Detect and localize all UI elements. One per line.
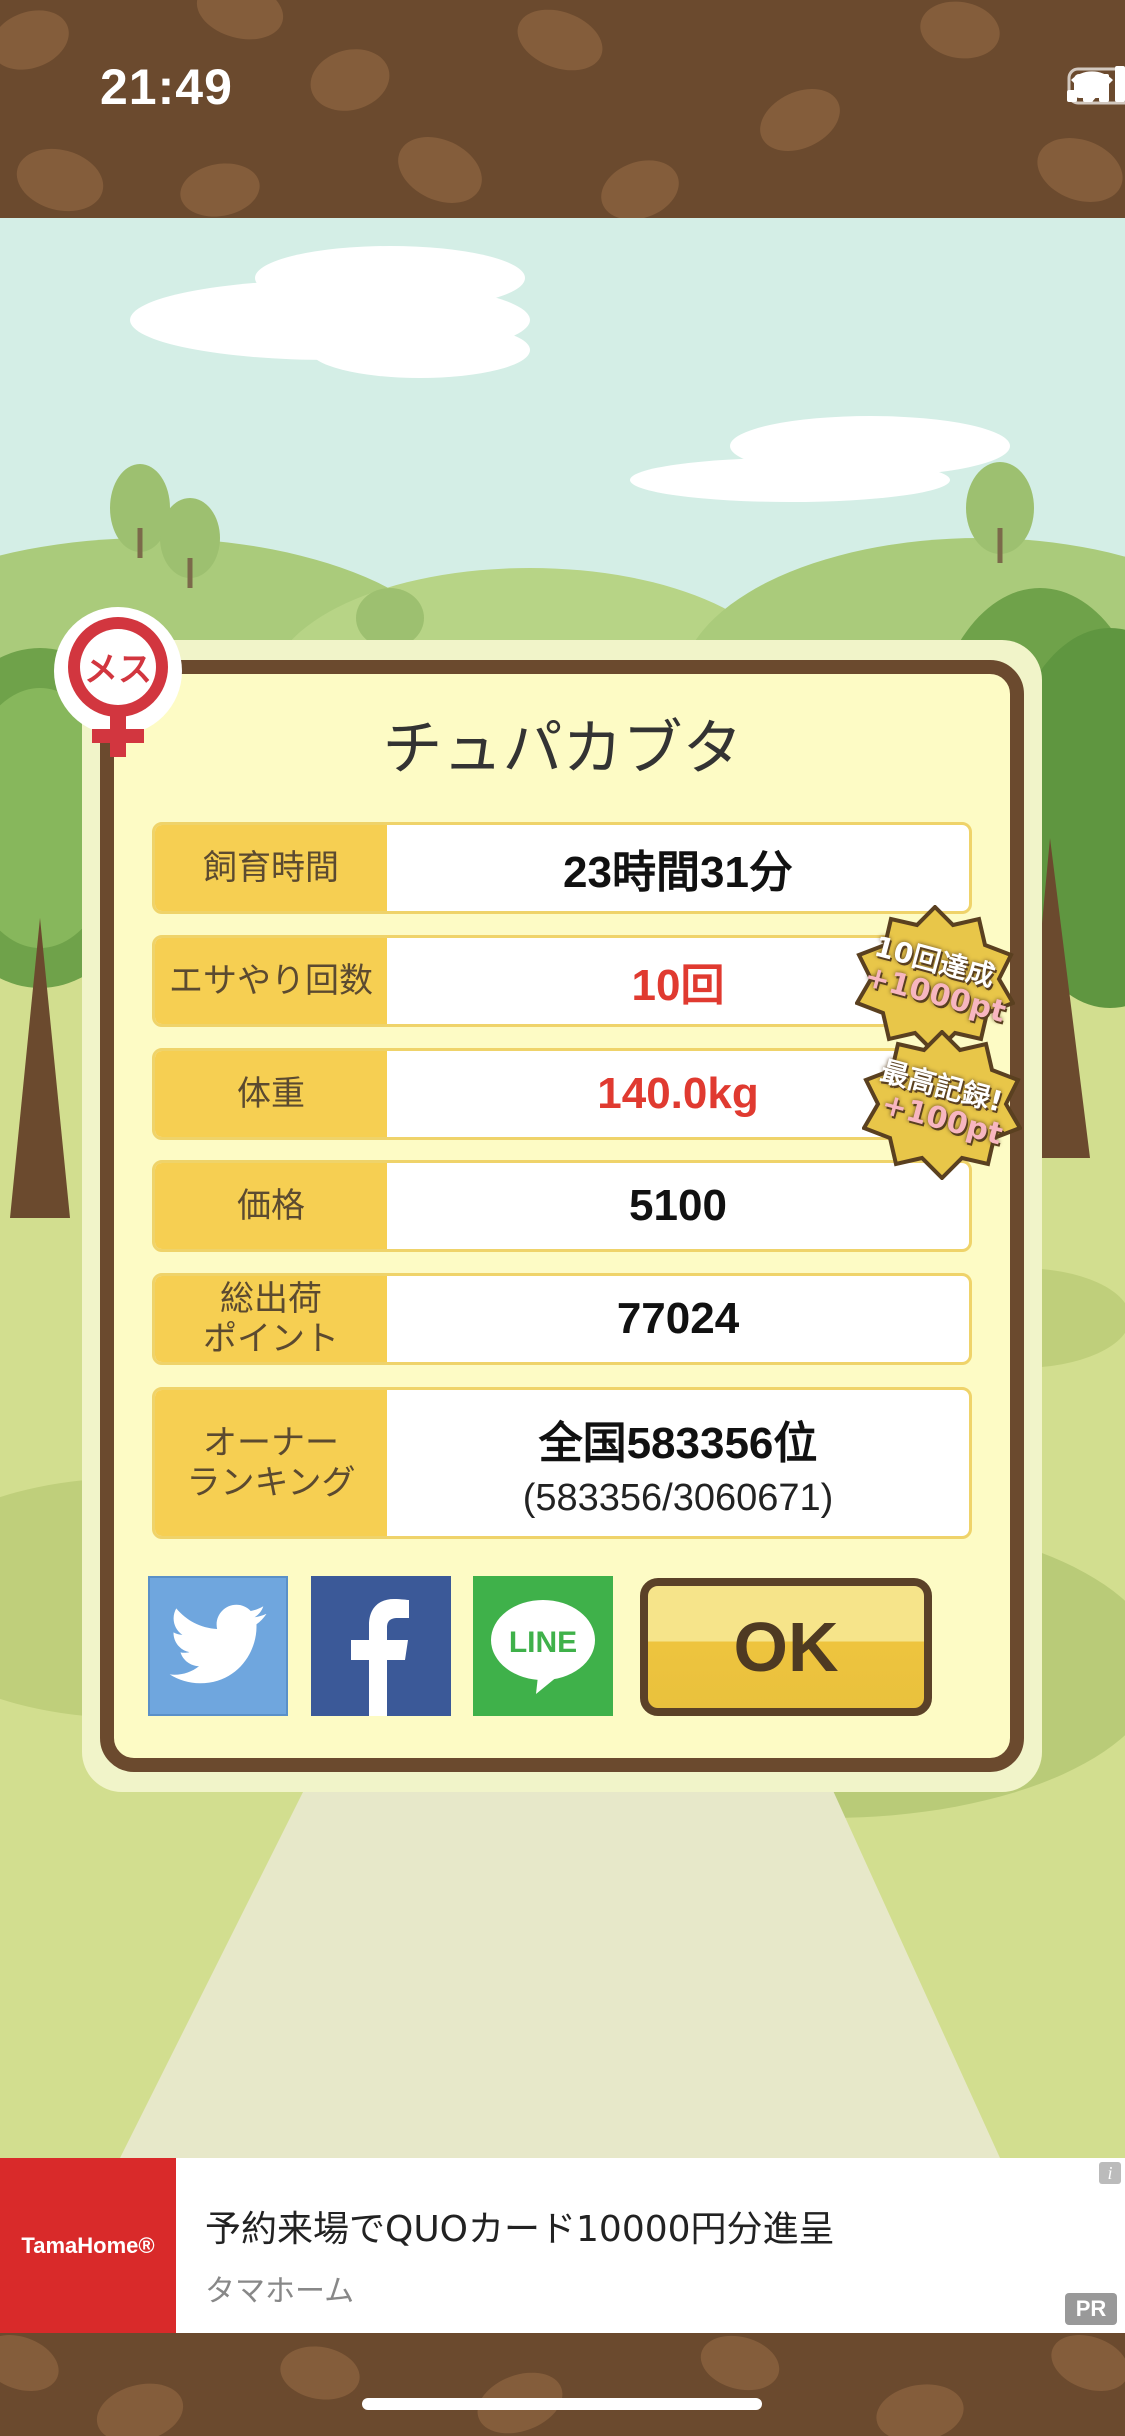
stat-label: オーナー ランキング <box>155 1390 387 1536</box>
stat-label: 総出荷 ポイント <box>155 1276 387 1362</box>
stat-row-price: 価格 5100 <box>152 1160 972 1252</box>
home-indicator[interactable] <box>362 2398 762 2410</box>
female-badge-label: メス <box>84 650 152 690</box>
stat-row-total-points: 総出荷 ポイント 77024 <box>152 1273 972 1365</box>
ranking-sub-value: (583356/3060671) <box>522 1476 834 1519</box>
top-pattern-band: 21:49 <box>0 0 1125 218</box>
stat-row-breeding-time: 飼育時間 23時間31分 <box>152 822 972 914</box>
battery-icon <box>1067 67 1125 105</box>
stat-label: 価格 <box>155 1163 387 1249</box>
ad-source: タマホーム <box>205 2274 355 2309</box>
facebook-f-icon <box>351 1599 409 1716</box>
stat-value-group: 全国583356位 (583356/3060671) <box>387 1390 969 1536</box>
stat-label: 体重 <box>155 1051 387 1137</box>
stat-label: 飼育時間 <box>155 825 387 911</box>
pig-name-title: チュパカブタ <box>382 714 743 784</box>
stat-value: 23時間31分 <box>563 848 793 897</box>
ad-info-icon[interactable]: i <box>1099 2162 1121 2184</box>
stat-row-feeding-count: エサやり回数 10回 <box>152 935 972 1027</box>
twitter-share-button[interactable] <box>148 1576 288 1716</box>
ad-banner[interactable]: TamaHome® 予約来場でQUOカード10000円分進呈 タマホーム i P… <box>0 2158 1125 2333</box>
line-bubble-icon: LINE <box>491 1600 595 1694</box>
achievement-badge-record: 最高記録! +100pt <box>861 1029 1023 1181</box>
line-logo-text: LINE <box>509 1626 577 1659</box>
ad-pr-badge: PR <box>1065 2293 1117 2325</box>
bottom-pattern-band <box>0 2333 1125 2436</box>
ranking-value: 全国583356位 <box>538 1418 818 1468</box>
ok-button[interactable]: OK <box>640 1578 932 1716</box>
ad-logo[interactable]: TamaHome® <box>0 2158 176 2333</box>
stat-label: エサやり回数 <box>155 938 387 1024</box>
twitter-bird-icon <box>169 1604 267 1684</box>
facebook-share-button[interactable] <box>311 1576 451 1716</box>
stat-value: 77024 <box>616 1294 740 1343</box>
line-share-button[interactable]: LINE <box>473 1576 613 1716</box>
bean-pattern <box>0 2334 1125 2436</box>
stat-row-weight: 体重 140.0kg <box>152 1048 972 1140</box>
ad-title[interactable]: 予約来場でQUOカード10000円分進呈 <box>205 2200 835 2252</box>
status-time: 21:49 <box>100 59 233 115</box>
stat-row-owner-ranking: オーナー ランキング 全国583356位 (583356/3060671) <box>152 1387 972 1539</box>
